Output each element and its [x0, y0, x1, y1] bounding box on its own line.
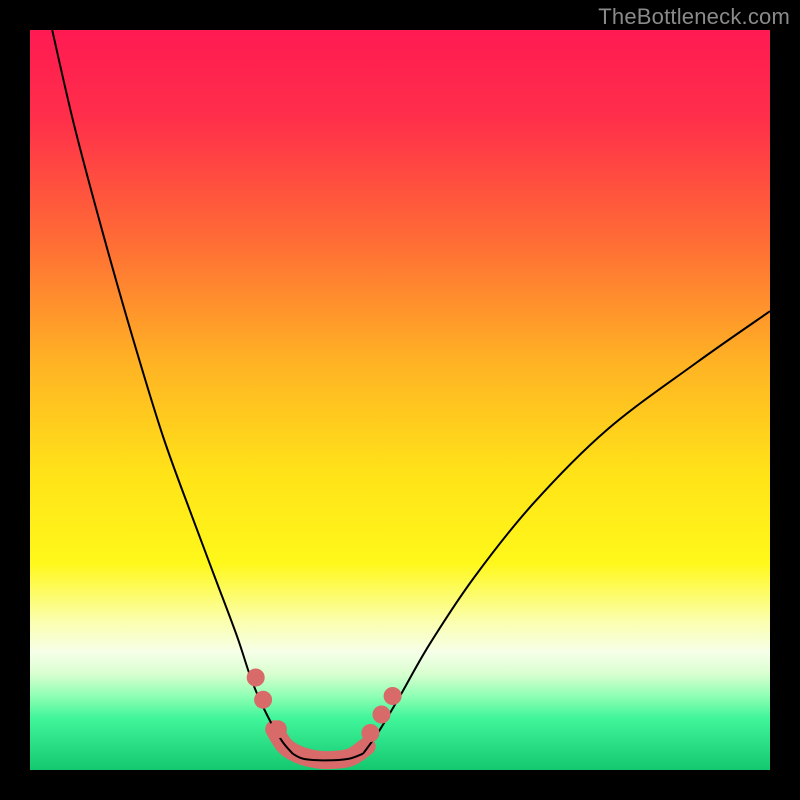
- valley-band: [274, 729, 367, 760]
- series-left-curve: [52, 30, 293, 754]
- highlight-dot: [254, 691, 272, 709]
- highlight-dot: [247, 669, 265, 687]
- highlight-dot: [269, 720, 287, 738]
- highlight-dot: [361, 724, 379, 742]
- highlight-dot: [373, 706, 391, 724]
- series-right-curve: [363, 311, 770, 754]
- watermark-text: TheBottleneck.com: [598, 4, 790, 30]
- chart-svg: [30, 30, 770, 770]
- chart-frame: TheBottleneck.com: [0, 0, 800, 800]
- plot-area: [30, 30, 770, 770]
- highlight-dot: [384, 687, 402, 705]
